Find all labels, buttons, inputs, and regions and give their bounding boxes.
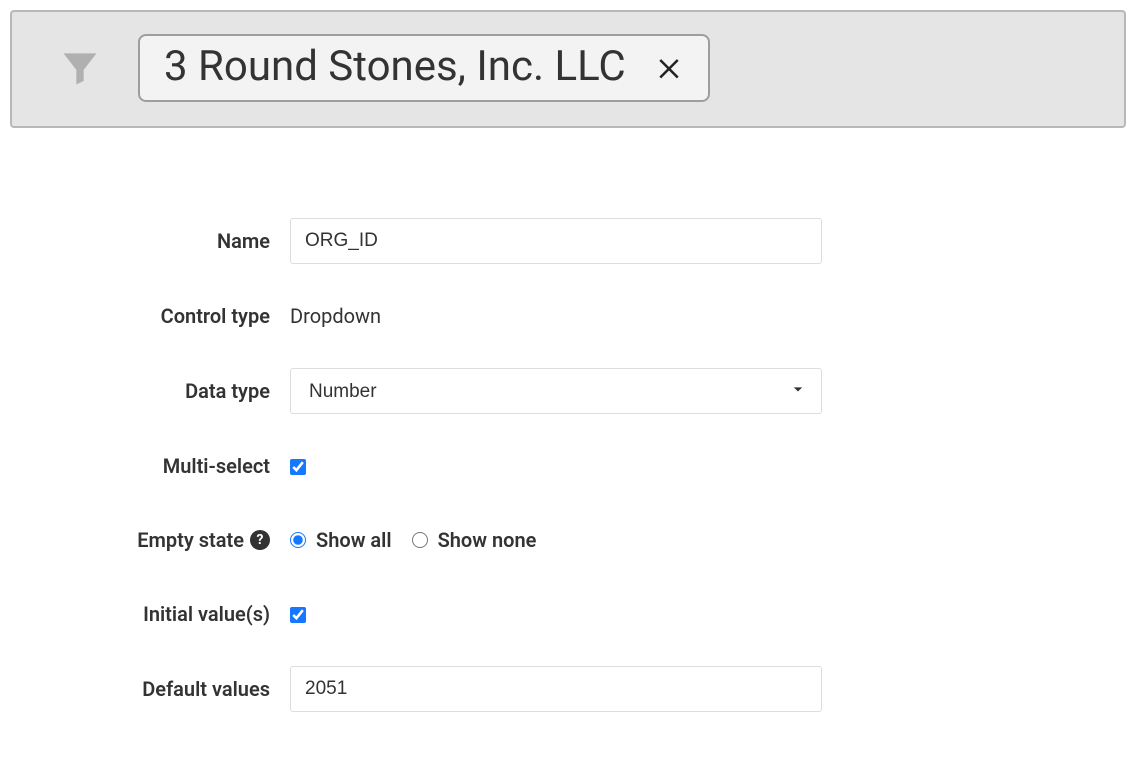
control-type-value: Dropdown <box>290 304 381 328</box>
initial-values-label: Initial value(s) <box>0 602 290 626</box>
name-input[interactable] <box>290 218 822 264</box>
show-none-radio[interactable] <box>412 532 428 548</box>
filter-chip[interactable]: 3 Round Stones, Inc. LLC <box>138 34 710 102</box>
multi-select-checkbox[interactable] <box>290 459 306 475</box>
empty-state-label: Empty state <box>137 528 244 552</box>
data-type-select[interactable]: Number <box>290 368 822 414</box>
close-icon[interactable] <box>654 52 684 82</box>
filter-icon <box>52 46 108 90</box>
help-icon[interactable]: ? <box>250 530 270 550</box>
default-values-input[interactable] <box>290 666 822 712</box>
multi-select-label: Multi-select <box>0 454 290 478</box>
filter-bar: 3 Round Stones, Inc. LLC <box>10 10 1126 128</box>
initial-values-checkbox[interactable] <box>290 607 306 623</box>
settings-form: Name Control type Dropdown Data type Num… <box>0 218 1136 712</box>
show-all-label: Show all <box>316 528 392 552</box>
name-label: Name <box>0 229 290 253</box>
data-type-label: Data type <box>0 379 290 403</box>
control-type-label: Control type <box>0 304 290 328</box>
show-all-radio[interactable] <box>290 532 306 548</box>
filter-chip-text: 3 Round Stones, Inc. LLC <box>164 46 626 88</box>
show-none-label: Show none <box>438 528 537 552</box>
default-values-label: Default values <box>0 677 290 701</box>
